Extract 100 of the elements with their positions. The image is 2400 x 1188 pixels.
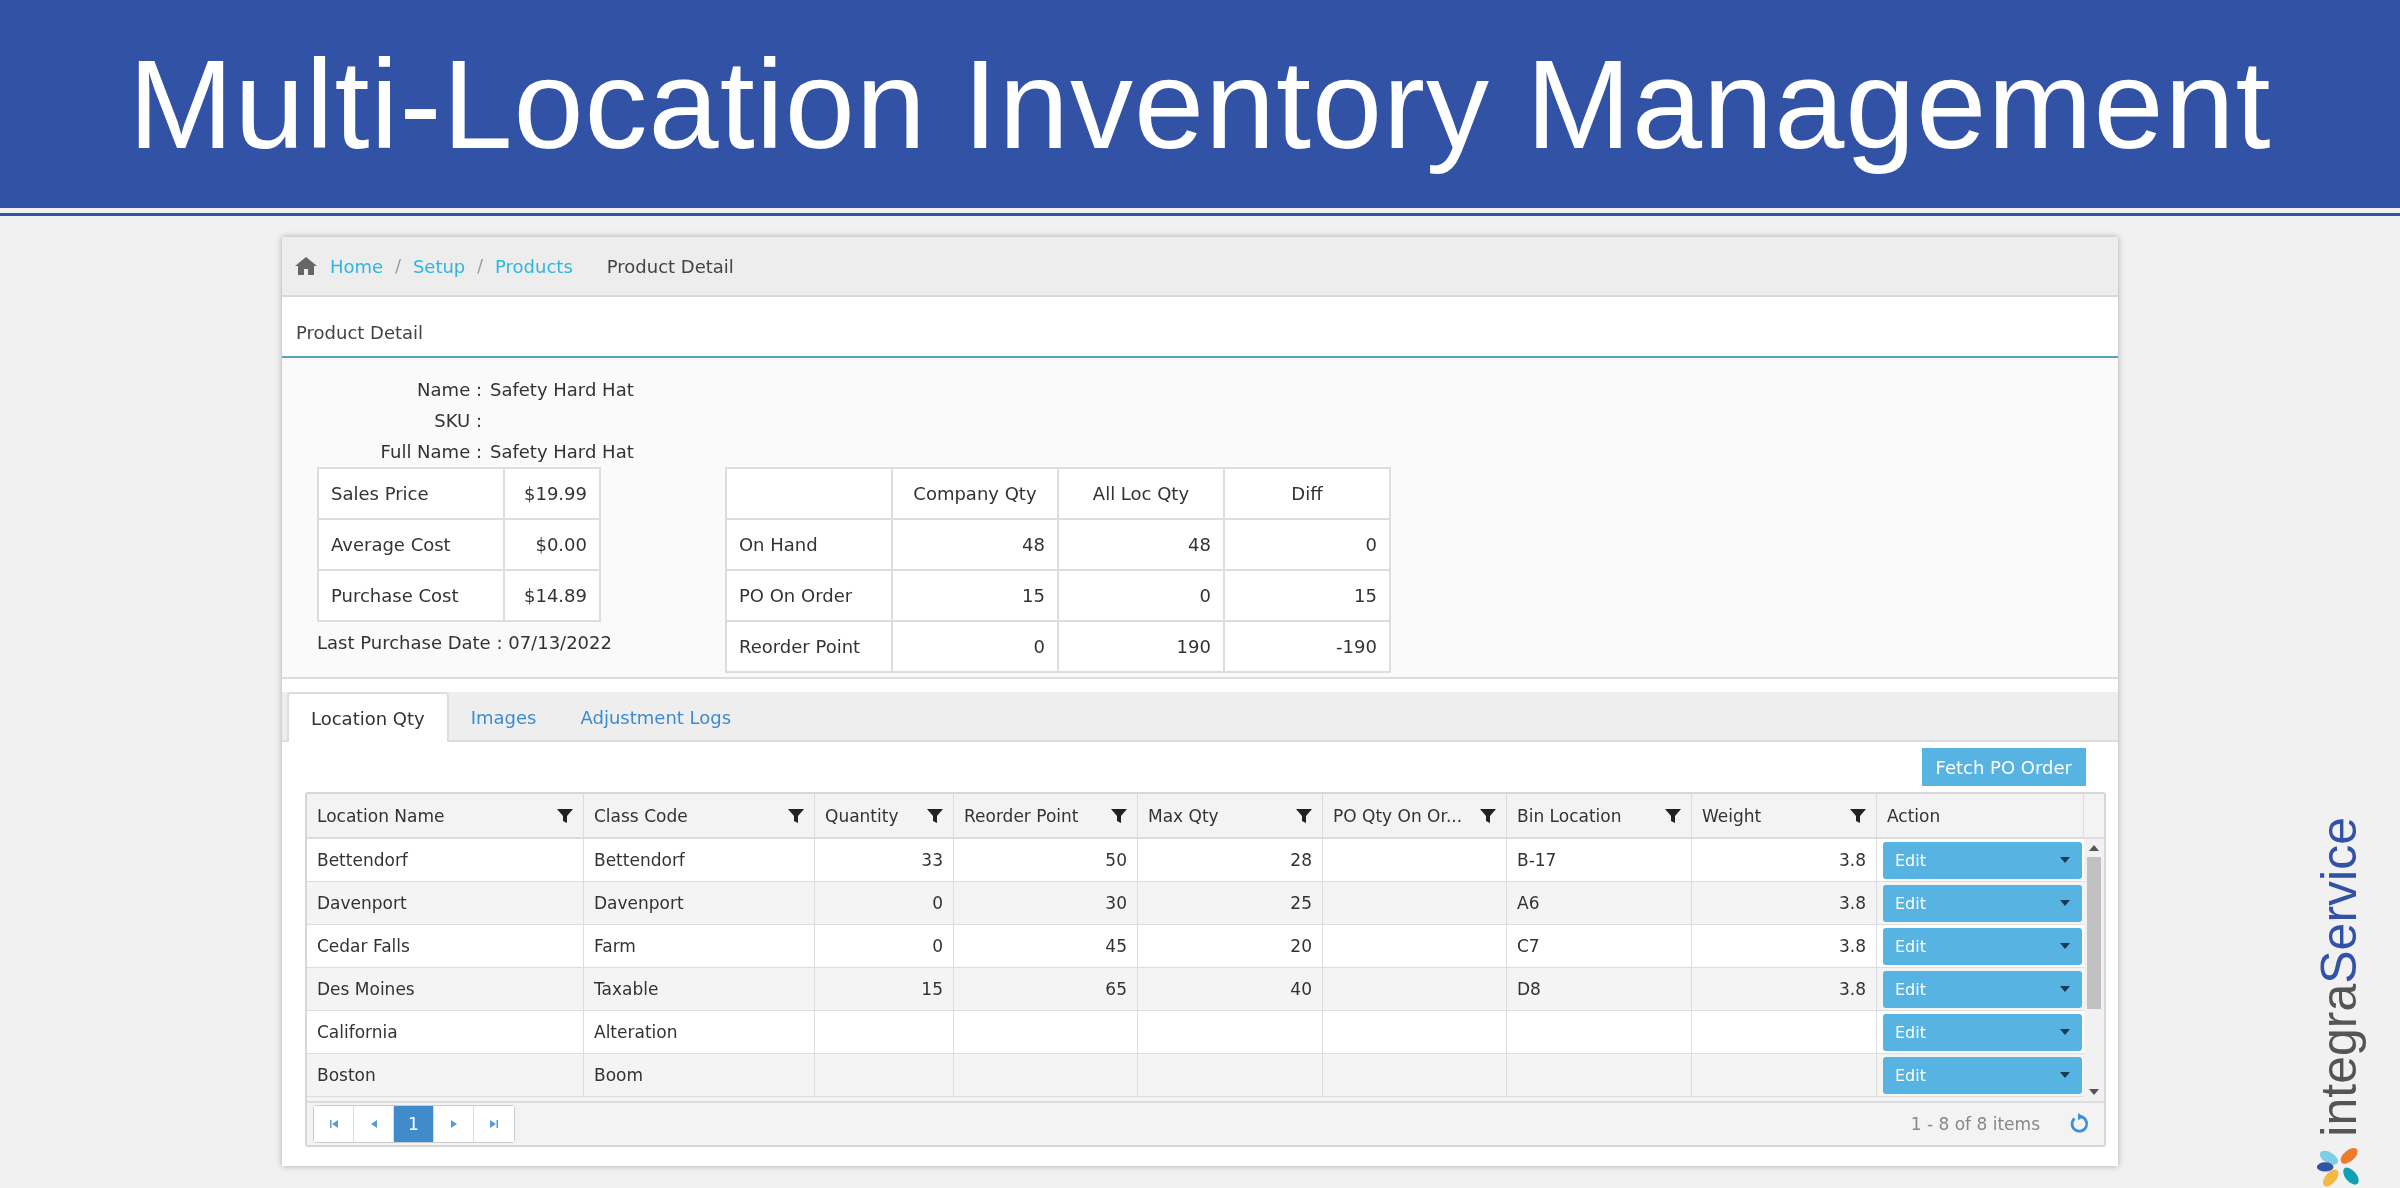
table-cell: 40: [1290, 979, 1312, 999]
table-cell: 45: [1105, 936, 1127, 956]
table-cell: Bettendorf: [317, 850, 408, 870]
table-cell: 0: [891, 621, 1058, 672]
table-cell: 15: [921, 979, 943, 999]
caret-icon: [2060, 1029, 2070, 1035]
filter-icon[interactable]: [1665, 807, 1681, 824]
page-button[interactable]: 1: [394, 1106, 434, 1142]
breadcrumb-link[interactable]: Home: [330, 255, 384, 277]
column-header: Action: [1887, 805, 1941, 826]
table-cell: 0: [932, 893, 943, 913]
next-page-icon: [448, 1119, 459, 1129]
column-header: Reorder Point: [964, 805, 1079, 826]
filter-icon[interactable]: [788, 807, 804, 824]
first-page-icon: [328, 1119, 339, 1129]
table-cell: Taxable: [594, 979, 659, 999]
column-header: Weight: [1702, 805, 1762, 826]
tab[interactable]: Images: [448, 694, 559, 740]
table-cell: 3.8: [1838, 893, 1866, 913]
edit-dropdown-button[interactable]: Edit: [1883, 1056, 2082, 1094]
table-cell: 48: [1057, 519, 1224, 570]
filter-icon[interactable]: [1850, 807, 1866, 824]
table-cell: B-17: [1517, 850, 1557, 870]
table-cell: Farm: [594, 936, 636, 956]
edit-dropdown-button[interactable]: Edit: [1883, 970, 2082, 1008]
column-header: Diff: [1223, 468, 1390, 519]
page-title: Multi-Location Inventory Management: [128, 32, 2272, 177]
edit-dropdown-button[interactable]: Edit: [1883, 841, 2082, 879]
breadcrumb-link[interactable]: Setup: [412, 255, 466, 277]
breadcrumb-separator: /: [395, 256, 401, 276]
column-header: All Loc Qty: [1057, 468, 1224, 519]
table-cell: 15: [891, 570, 1058, 621]
table-cell: D8: [1517, 979, 1541, 999]
table-cell: California: [317, 1022, 398, 1042]
table-cell: Davenport: [317, 893, 407, 913]
filter-icon[interactable]: [927, 807, 943, 824]
table-cell: 190: [1057, 621, 1224, 672]
field-label: Name :: [416, 378, 482, 402]
table-cell: $14.89: [504, 570, 600, 621]
table-cell: 3.8: [1838, 979, 1866, 999]
table-cell: Boom: [594, 1065, 644, 1085]
table-cell: 33: [921, 850, 943, 870]
table-cell: PO On Order: [725, 570, 892, 621]
caret-icon: [2060, 943, 2070, 949]
table-cell: $19.99: [504, 468, 600, 519]
home-icon: [294, 256, 318, 276]
column-header: Quantity: [825, 805, 899, 826]
table-cell: 0: [1223, 519, 1390, 570]
scroll-down-icon[interactable]: [2089, 1089, 2099, 1095]
filter-icon[interactable]: [557, 807, 573, 824]
table-cell: Sales Price: [318, 468, 504, 519]
edit-dropdown-button[interactable]: Edit: [1883, 884, 2082, 922]
edit-dropdown-button[interactable]: Edit: [1883, 1013, 2082, 1051]
table-cell: Davenport: [594, 893, 684, 913]
table-cell: Cedar Falls: [317, 936, 410, 956]
caret-icon: [2060, 1072, 2070, 1078]
filter-icon[interactable]: [1111, 807, 1127, 824]
breadcrumb-link[interactable]: Products: [495, 255, 573, 277]
column-header: Max Qty: [1148, 805, 1219, 826]
table-cell: 15: [1223, 570, 1390, 621]
pager-summary: 1 - 8 of 8 items: [1910, 1114, 2040, 1134]
field-value: Safety Hard Hat: [490, 440, 635, 464]
table-cell: 30: [1105, 893, 1127, 913]
table-cell: 65: [1105, 979, 1127, 999]
caret-icon: [2060, 986, 2070, 992]
table-cell: 0: [1057, 570, 1224, 621]
column-header: Location Name: [317, 805, 445, 826]
table-cell: 25: [1290, 893, 1312, 913]
filter-icon[interactable]: [1296, 807, 1312, 824]
table-cell: Average Cost: [318, 519, 504, 570]
last-page-icon: [489, 1119, 499, 1129]
table-cell: $0.00: [504, 519, 600, 570]
table-cell: 20: [1290, 936, 1312, 956]
tab[interactable]: Adjustment Logs: [558, 694, 754, 740]
table-cell: 28: [1290, 850, 1312, 870]
table-cell: Purchase Cost: [318, 570, 504, 621]
table-cell: Des Moines: [317, 979, 415, 999]
edit-dropdown-button[interactable]: Edit: [1883, 927, 2082, 965]
tab[interactable]: Location Qty: [287, 692, 449, 742]
caret-icon: [2060, 857, 2070, 863]
breadcrumb-current: Product Detail: [606, 255, 734, 277]
column-header: Bin Location: [1517, 805, 1622, 826]
brand-logo-text: integraService: [2314, 817, 2364, 1137]
section-title: Product Detail: [296, 322, 424, 343]
table-cell: Reorder Point: [725, 621, 892, 672]
last-purchase-date: Last Purchase Date : 07/13/2022: [317, 632, 612, 653]
fetch-po-order-button[interactable]: Fetch PO Order: [1921, 748, 2086, 786]
column-header: PO Qty On Or...: [1333, 805, 1463, 826]
column-header: Company Qty: [891, 468, 1058, 519]
column-header: Class Code: [594, 805, 688, 826]
breadcrumb-separator: /: [477, 256, 484, 276]
table-cell: Bettendorf: [594, 850, 685, 870]
scroll-up-icon[interactable]: [2089, 845, 2099, 851]
refresh-icon[interactable]: [2068, 1113, 2090, 1135]
table-cell: 0: [932, 936, 943, 956]
table-cell: Alteration: [594, 1022, 678, 1042]
filter-icon[interactable]: [1480, 807, 1496, 824]
caret-icon: [2060, 900, 2070, 906]
table-cell: Boston: [317, 1065, 376, 1085]
table-cell: C7: [1517, 936, 1540, 956]
